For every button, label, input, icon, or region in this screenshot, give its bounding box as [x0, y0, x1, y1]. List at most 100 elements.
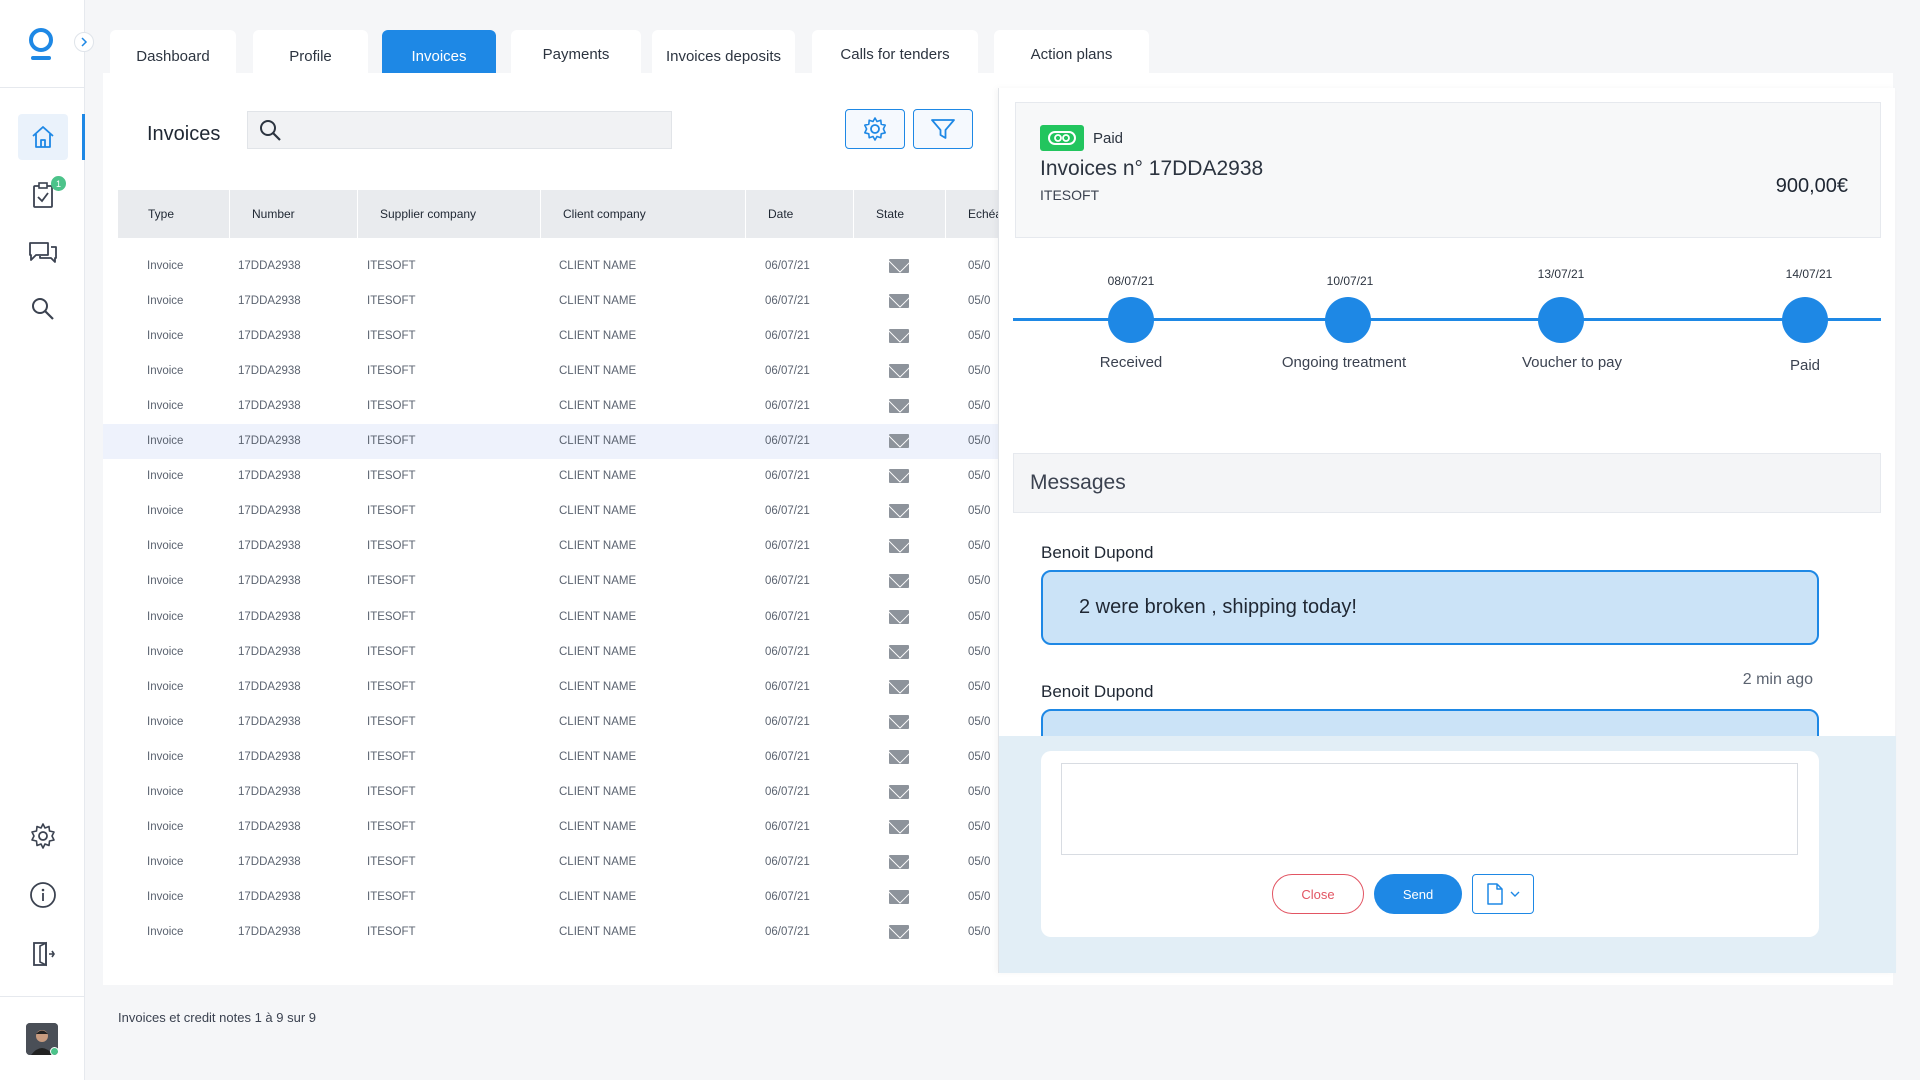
cell-supplier: ITESOFT [367, 750, 416, 763]
cell-due-date: 05/0 [968, 715, 991, 728]
cell-supplier: ITESOFT [367, 294, 416, 307]
cell-client: CLIENT NAME [559, 856, 637, 869]
cell-client: CLIENT NAME [559, 470, 637, 483]
cell-due-date: 05/0 [968, 540, 991, 553]
column-header-type[interactable]: Type [118, 190, 230, 238]
table-row[interactable]: Invoice 17DDA2938 ITESOFT CLIENT NAME 06/07/… [103, 739, 998, 774]
cell-state [889, 283, 909, 318]
envelope-icon[interactable] [889, 714, 909, 729]
table-row[interactable]: Invoice 17DDA2938 ITESOFT CLIENT NAME 06/07/… [103, 353, 998, 388]
expand-sidebar-button[interactable] [74, 32, 94, 52]
column-header-date[interactable]: Date [746, 190, 854, 238]
cell-type: Invoice [147, 821, 184, 834]
app-logo-icon[interactable] [26, 26, 56, 62]
cell-due-date: 05/0 [968, 399, 991, 412]
table-row[interactable]: Invoice 17DDA2938 ITESOFT CLIENT NAME 06/07/… [103, 388, 998, 423]
envelope-icon[interactable] [889, 644, 909, 659]
cell-state [889, 318, 909, 353]
tab-calls-for-tenders[interactable]: Calls for tenders [812, 30, 978, 73]
table-row[interactable]: Invoice 17DDA2938 ITESOFT CLIENT NAME 06/07/… [103, 880, 998, 915]
sidebar-item-info[interactable] [18, 872, 68, 918]
table-row[interactable]: Invoice 17DDA2938 ITESOFT CLIENT NAME 06/07/… [103, 529, 998, 564]
cell-type: Invoice [147, 750, 184, 763]
tab-profile[interactable]: Profile [253, 30, 368, 73]
sidebar-item-search[interactable] [18, 286, 68, 332]
envelope-icon[interactable] [889, 855, 909, 870]
table-row[interactable]: Invoice 17DDA2938 ITESOFT CLIENT NAME 06/07/… [103, 423, 998, 459]
tab-invoices-deposits[interactable]: Invoices deposits [652, 30, 795, 73]
cell-client: CLIENT NAME [559, 294, 637, 307]
envelope-icon[interactable] [889, 504, 909, 519]
envelope-icon[interactable] [889, 890, 909, 905]
tab-invoices[interactable]: Invoices [382, 30, 496, 73]
table-row[interactable]: Invoice 17DDA2938 ITESOFT CLIENT NAME 06/07/… [103, 845, 998, 880]
compose-area: Close Send [999, 736, 1896, 973]
envelope-icon[interactable] [889, 434, 909, 448]
attach-file-button[interactable] [1472, 874, 1534, 914]
cell-state [889, 880, 909, 915]
cell-supplier: ITESOFT [367, 540, 416, 553]
cell-type: Invoice [147, 259, 184, 272]
cell-due-date: 05/0 [968, 610, 991, 623]
table-row[interactable]: Invoice 17DDA2938 ITESOFT CLIENT NAME 06/07/… [103, 915, 998, 950]
envelope-icon[interactable] [889, 293, 909, 308]
timeline-step-paid[interactable] [1782, 297, 1828, 343]
tab-dashboard[interactable]: Dashboard [110, 30, 236, 73]
paid-status-badge [1040, 125, 1084, 151]
send-button[interactable]: Send [1374, 874, 1462, 914]
column-header-due-date[interactable]: Echéa [946, 190, 998, 238]
table-row[interactable]: Invoice 17DDA2938 ITESOFT CLIENT NAME 06/07/… [103, 810, 998, 845]
logout-icon [33, 941, 55, 967]
envelope-icon[interactable] [889, 679, 909, 694]
envelope-icon[interactable] [889, 749, 909, 764]
envelope-icon[interactable] [889, 328, 909, 343]
envelope-icon[interactable] [889, 398, 909, 413]
table-row[interactable]: Invoice 17DDA2938 ITESOFT CLIENT NAME 06/07/… [103, 669, 998, 704]
cell-state [889, 564, 909, 599]
message-input[interactable] [1061, 763, 1798, 855]
sidebar-item-messages[interactable] [18, 229, 68, 275]
table-row[interactable]: Invoice 17DDA2938 ITESOFT CLIENT NAME 06/07/… [103, 634, 998, 669]
table-row[interactable]: Invoice 17DDA2938 ITESOFT CLIENT NAME 06/07/… [103, 564, 998, 599]
close-button[interactable]: Close [1272, 874, 1364, 914]
cell-state [889, 739, 909, 774]
table-row[interactable]: Invoice 17DDA2938 ITESOFT CLIENT NAME 06/07/… [103, 494, 998, 529]
envelope-icon[interactable] [889, 469, 909, 484]
timeline-step-voucher-to-pay[interactable] [1538, 297, 1584, 343]
envelope-icon[interactable] [889, 609, 909, 624]
column-header-client[interactable]: Client company [541, 190, 746, 238]
sidebar-item-settings[interactable] [18, 813, 68, 859]
cell-date: 06/07/21 [765, 891, 810, 904]
table-row[interactable]: Invoice 17DDA2938 ITESOFT CLIENT NAME 06/07/… [103, 459, 998, 494]
envelope-icon[interactable] [889, 820, 909, 835]
envelope-icon[interactable] [889, 785, 909, 799]
cell-due-date: 05/0 [968, 435, 991, 447]
table-row[interactable]: Invoice 17DDA2938 ITESOFT CLIENT NAME 06/07/… [103, 704, 998, 739]
column-header-number[interactable]: Number [230, 190, 358, 238]
user-avatar[interactable] [26, 1023, 58, 1055]
sidebar-item-logout[interactable] [18, 931, 68, 977]
envelope-icon[interactable] [889, 539, 909, 554]
envelope-icon[interactable] [889, 925, 909, 940]
cell-state [889, 388, 909, 423]
cell-type: Invoice [147, 926, 184, 939]
table-row[interactable]: Invoice 17DDA2938 ITESOFT CLIENT NAME 06/07/… [103, 599, 998, 634]
tab-payments[interactable]: Payments [511, 30, 641, 73]
envelope-icon[interactable] [889, 574, 909, 589]
table-row[interactable]: Invoice 17DDA2938 ITESOFT CLIENT NAME 06/07/… [103, 283, 998, 318]
table-row[interactable]: Invoice 17DDA2938 ITESOFT CLIENT NAME 06/07/… [103, 248, 998, 283]
cell-supplier: ITESOFT [367, 364, 416, 377]
envelope-icon[interactable] [889, 258, 909, 273]
column-header-state[interactable]: State [854, 190, 946, 238]
table-row[interactable]: Invoice 17DDA2938 ITESOFT CLIENT NAME 06/07/… [103, 318, 998, 353]
table-row[interactable]: Invoice 17DDA2938 ITESOFT CLIENT NAME 06/07/… [103, 775, 998, 810]
column-header-supplier[interactable]: Supplier company [358, 190, 541, 238]
cell-supplier: ITESOFT [367, 610, 416, 623]
timeline-step-received[interactable] [1108, 297, 1154, 343]
timeline-step-ongoing-treatment[interactable] [1325, 297, 1371, 343]
sidebar-item-home[interactable] [18, 114, 68, 160]
envelope-icon[interactable] [889, 363, 909, 378]
cell-type: Invoice [147, 329, 184, 342]
sidebar-item-tasks[interactable]: 1 [18, 172, 68, 218]
tab-action-plans[interactable]: Action plans [994, 30, 1149, 73]
